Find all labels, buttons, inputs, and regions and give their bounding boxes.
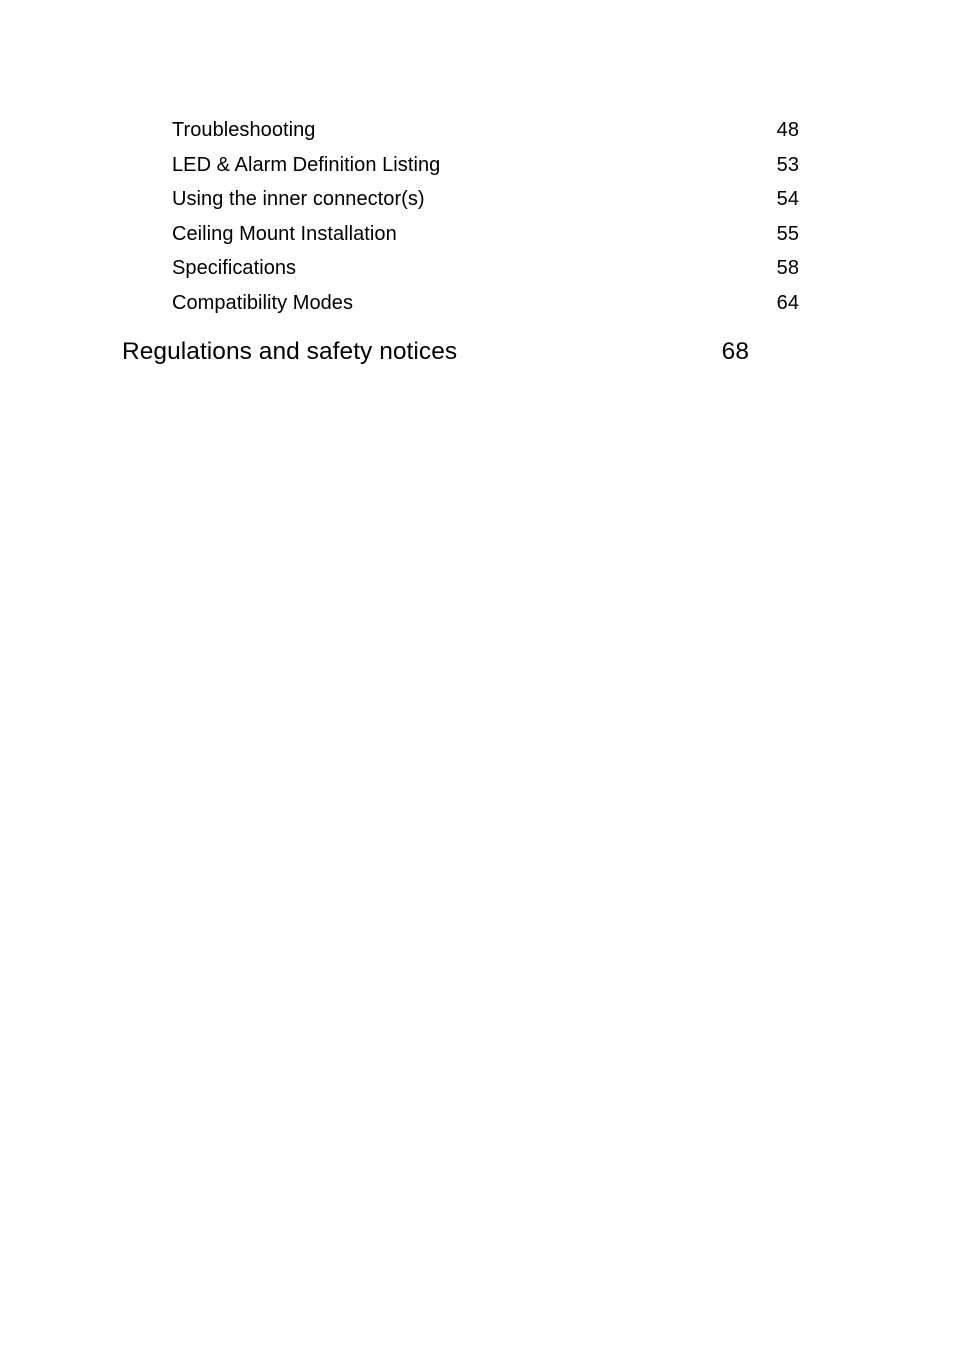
toc-entry-page-number: 53 (776, 153, 799, 176)
toc-entry-label: Ceiling Mount Installation (172, 222, 397, 245)
toc-entry-led-alarm-definition-listing[interactable]: LED & Alarm Definition Listing 53 (122, 148, 799, 183)
toc-entry-label: LED & Alarm Definition Listing (172, 153, 441, 176)
toc-entry-label: Specifications (172, 257, 297, 280)
toc-entry-ceiling-mount-installation[interactable]: Ceiling Mount Installation 55 (122, 217, 799, 252)
toc-entry-page-number: 64 (776, 291, 799, 314)
toc-entry-compatibility-modes[interactable]: Compatibility Modes 64 (122, 286, 799, 321)
toc-entry-page-number: 54 (776, 188, 799, 211)
toc-entry-page-number: 68 (721, 337, 749, 365)
toc-entry-specifications[interactable]: Specifications 58 (122, 251, 799, 286)
toc-entry-label: Regulations and safety notices (122, 337, 458, 365)
toc-entry-page-number: 48 (776, 119, 799, 141)
toc-entry-label: Using the inner connector(s) (172, 188, 425, 211)
table-of-contents: Troubleshooting 48 LED & Alarm Definitio… (122, 113, 799, 369)
toc-entry-label: Compatibility Modes (172, 291, 354, 314)
toc-entry-label: Troubleshooting (172, 119, 316, 141)
toc-entry-troubleshooting[interactable]: Troubleshooting 48 (122, 113, 799, 148)
toc-entry-using-the-inner-connectors[interactable]: Using the inner connector(s) 54 (122, 182, 799, 217)
toc-entry-regulations-and-safety-notices[interactable]: Regulations and safety notices 68 (122, 335, 749, 369)
toc-entry-page-number: 55 (776, 222, 799, 245)
document-page: Troubleshooting 48 LED & Alarm Definitio… (0, 0, 954, 1369)
toc-entry-page-number: 58 (776, 257, 799, 280)
